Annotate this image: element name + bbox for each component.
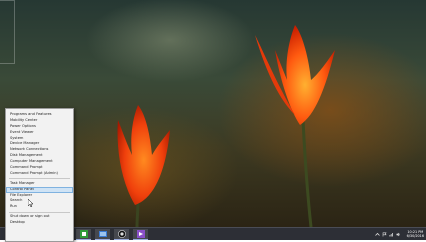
taskbar-app-vs[interactable] xyxy=(133,229,148,240)
winx-quick-link-menu: Programs and Features Mobility Center Po… xyxy=(5,108,74,242)
flag-icon[interactable] xyxy=(382,232,387,237)
file-explorer-icon xyxy=(98,231,107,237)
clock-date: 6/30/2016 xyxy=(406,234,424,238)
taskbar-clock[interactable]: 10:21 PM 6/30/2016 xyxy=(407,230,424,238)
mouse-cursor-icon xyxy=(28,199,33,207)
system-tray: 10:21 PM 6/30/2016 xyxy=(374,228,424,240)
window-frame-edge xyxy=(0,0,15,64)
menu-item-command-prompt-admin[interactable]: Command Prompt (Admin) xyxy=(6,171,73,177)
taskbar-app-explorer[interactable] xyxy=(95,229,110,240)
taskbar-app-store[interactable] xyxy=(76,229,91,240)
taskbar-app-record[interactable] xyxy=(114,229,129,240)
menu-item-desktop[interactable]: Desktop xyxy=(6,220,73,226)
store-icon xyxy=(79,230,88,238)
menu-item-run[interactable]: Run xyxy=(6,204,73,210)
record-app-icon xyxy=(117,230,126,238)
tulip-left xyxy=(117,105,170,227)
menu-separator xyxy=(9,178,70,180)
network-icon[interactable] xyxy=(389,232,394,237)
visual-studio-icon xyxy=(136,230,145,238)
menu-separator xyxy=(9,211,70,213)
chevron-up-icon[interactable] xyxy=(374,232,380,237)
volume-icon[interactable] xyxy=(396,232,401,237)
tulip-right xyxy=(255,25,335,227)
